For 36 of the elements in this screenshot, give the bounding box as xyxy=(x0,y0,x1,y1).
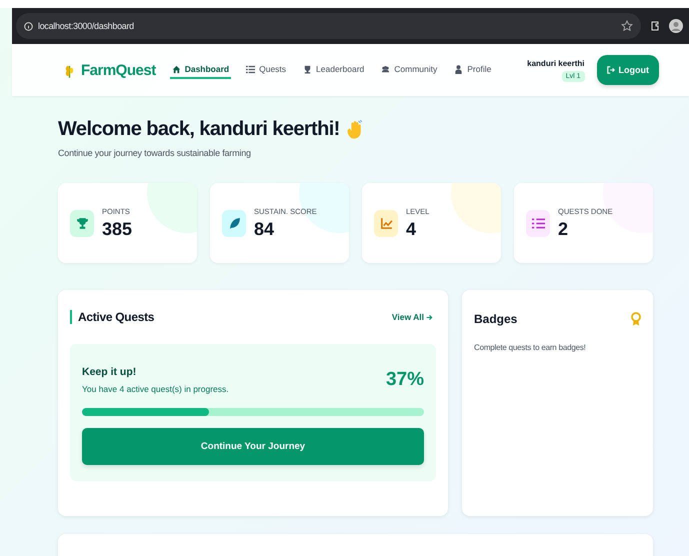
nav-link[interactable]: Dashboard xyxy=(170,61,232,79)
nav-link[interactable]: Community xyxy=(379,61,440,79)
section-heading: Badges xyxy=(474,312,518,326)
progress-percent: 37% xyxy=(386,369,424,391)
welcome-subtitle: Continue your journey towards sustainable farming xyxy=(58,148,252,158)
section-heading: Active Quests xyxy=(70,310,154,324)
welcome-heading: Welcome back, kanduri keerthi! xyxy=(58,118,340,141)
person-icon xyxy=(454,64,464,74)
trophy-icon xyxy=(303,64,312,74)
url-text: localhost:3000/dashboard xyxy=(38,21,135,31)
list-icon xyxy=(246,64,256,74)
people-icon xyxy=(381,64,390,74)
avatar-icon[interactable] xyxy=(669,19,683,33)
medal-icon xyxy=(631,312,641,326)
nav-link[interactable]: Quests xyxy=(244,61,288,79)
progress-title: Keep it up! xyxy=(82,366,138,378)
stat-value: 2 xyxy=(558,218,570,240)
progress-text: You have 4 active quest(s) in progress. xyxy=(82,384,229,394)
address-bar[interactable]: localhost:3000/dashboard xyxy=(16,13,641,39)
user-name: kanduri keerthi xyxy=(527,58,584,68)
logout-button[interactable]: Logout xyxy=(596,55,659,85)
nav-link[interactable]: Profile xyxy=(452,61,494,79)
arrow-right-icon xyxy=(426,314,433,320)
stat-value: 84 xyxy=(254,218,276,240)
nav-link[interactable]: Leaderboard xyxy=(301,61,366,79)
view-all-link[interactable]: View All xyxy=(392,312,433,322)
bookmark-star-icon[interactable] xyxy=(621,20,633,32)
home-icon xyxy=(172,64,181,74)
stat-value: 385 xyxy=(102,218,132,240)
logout-icon xyxy=(606,66,614,74)
stat-value: 4 xyxy=(406,218,418,240)
continue-button[interactable]: Continue Your Journey xyxy=(82,428,424,465)
empty-badges-text: Complete quests to earn badges! xyxy=(474,343,587,352)
brand-name[interactable]: FarmQuest xyxy=(81,62,156,78)
info-icon xyxy=(24,22,33,30)
waving-hand-icon xyxy=(346,120,364,140)
